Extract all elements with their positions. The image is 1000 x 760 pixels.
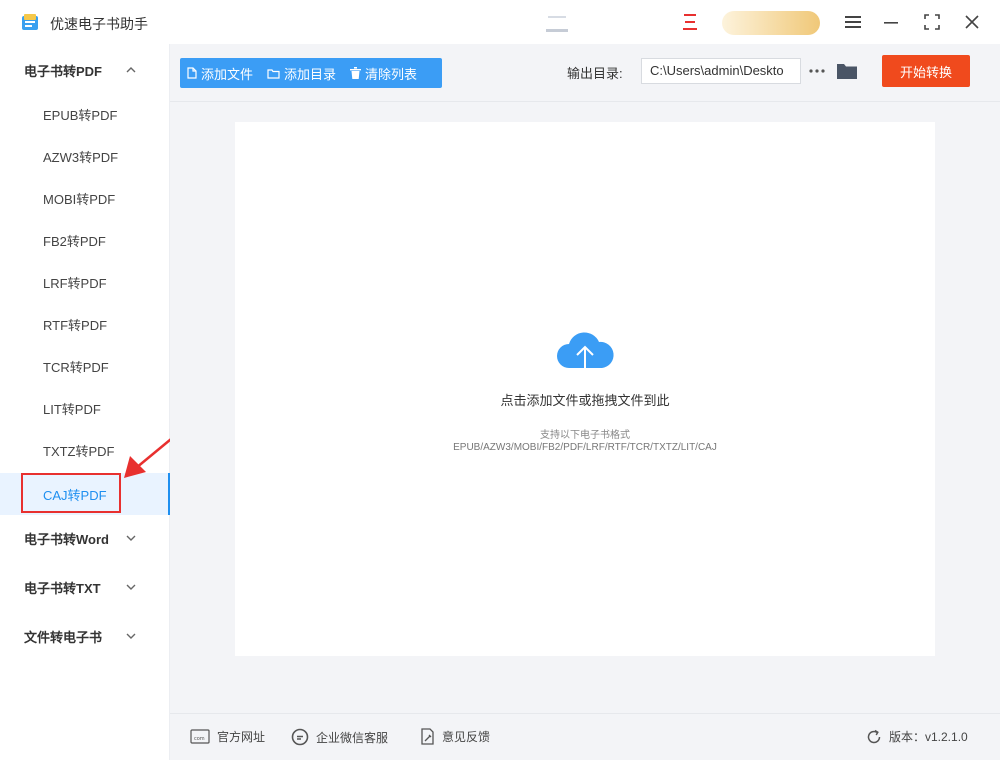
version-label: 版本：v1.2.1.0 (889, 730, 968, 744)
sidebar-item-mobi-to-pdf[interactable]: MOBI转PDF (0, 179, 170, 217)
group-ebook-to-word[interactable]: 电子书转Word (0, 523, 170, 553)
sidebar-item-label: EPUB转PDF (43, 107, 118, 123)
close-button[interactable] (960, 10, 984, 34)
chevron-up-icon (126, 67, 136, 73)
app-title: 优速电子书助手 (50, 16, 148, 32)
group-ebook-to-txt[interactable]: 电子书转TXT (0, 572, 170, 602)
vip-badge[interactable] (722, 11, 820, 35)
sidebar-item-epub-to-pdf[interactable]: EPUB转PDF (0, 95, 170, 133)
website-label: 官方网址 (217, 730, 266, 744)
refresh-icon (867, 729, 881, 743)
footer: com 官方网址 企业微信客服 意见反馈 版本：v1.2.1.0 (170, 713, 1000, 760)
menu-button[interactable] (841, 10, 865, 34)
sidebar-item-label: MOBI转PDF (43, 191, 116, 207)
feedback-link[interactable]: 意见反馈 (420, 728, 490, 745)
drop-hint-text: 点击添加文件或拖拽文件到此 (500, 393, 670, 408)
output-dir-label: 输出目录: (567, 66, 623, 81)
maximize-icon (924, 14, 940, 30)
add-file-label: 添加文件 (201, 66, 254, 82)
group-label: 电子书转PDF (24, 63, 103, 79)
group-ebook-to-pdf[interactable]: 电子书转PDF (0, 55, 170, 85)
supported-formats-label: 支持以下电子书格式 (540, 430, 630, 441)
menu-icon (845, 16, 861, 28)
trash-icon (350, 67, 362, 79)
gift-icon (683, 14, 697, 30)
clear-list-label: 清除列表 (365, 66, 418, 82)
wechat-support-label: 企业微信客服 (316, 730, 389, 745)
sidebar-item-tcr-to-pdf[interactable]: TCR转PDF (0, 347, 170, 385)
app-logo-icon (22, 14, 38, 30)
drop-zone[interactable]: 点击添加文件或拖拽文件到此 支持以下电子书格式 EPUB/AZW3/MOBI/F… (235, 122, 935, 656)
group-label: 电子书转Word (24, 531, 109, 547)
sidebar-item-azw3-to-pdf[interactable]: AZW3转PDF (0, 137, 170, 175)
website-icon: com (190, 728, 210, 744)
open-folder-icon[interactable] (836, 60, 858, 82)
maximize-button[interactable] (920, 10, 944, 34)
group-label: 文件转电子书 (24, 629, 103, 645)
sidebar-item-label: FB2转PDF (43, 233, 106, 249)
cloud-upload-icon (557, 332, 614, 380)
browse-more-button[interactable] (806, 58, 828, 84)
group-label: 电子书转TXT (24, 580, 101, 596)
sidebar-item-label: RTF转PDF (43, 317, 108, 333)
main-panel: 添加文件 添加目录 清除列表 输出目录: C:\Users\admin\Desk… (170, 44, 1000, 760)
sidebar-item-label: TCR转PDF (43, 359, 109, 375)
chevron-down-icon (126, 633, 136, 639)
minimize-button[interactable] (879, 10, 903, 34)
file-icon (187, 67, 197, 79)
sidebar-item-label: AZW3转PDF (43, 149, 119, 165)
add-folder-button[interactable]: 添加目录 (260, 58, 343, 88)
group-file-to-ebook[interactable]: 文件转电子书 (0, 621, 170, 651)
chevron-down-icon (126, 535, 136, 541)
wechat-support-link[interactable]: 企业微信客服 (291, 728, 388, 746)
sidebar-item-lrf-to-pdf[interactable]: LRF转PDF (0, 263, 170, 301)
toolbar: 添加文件 添加目录 清除列表 输出目录: C:\Users\admin\Desk… (170, 44, 1000, 102)
file-actions: 添加文件 添加目录 清除列表 (180, 58, 442, 88)
feedback-label: 意见反馈 (442, 730, 491, 744)
version-info: 版本：v1.2.1.0 (866, 728, 968, 745)
more-dots-icon (809, 69, 825, 73)
sidebar-item-fb2-to-pdf[interactable]: FB2转PDF (0, 221, 170, 259)
chat-icon (291, 728, 309, 746)
promo-icon (546, 16, 568, 32)
sidebar-item-rtf-to-pdf[interactable]: RTF转PDF (0, 305, 170, 343)
sidebar-item-label: TXTZ转PDF (43, 443, 115, 459)
chevron-down-icon (126, 584, 136, 590)
close-icon (965, 15, 979, 29)
website-link[interactable]: com 官方网址 (190, 728, 265, 745)
minimize-icon (884, 22, 898, 24)
clear-list-button[interactable]: 清除列表 (343, 58, 424, 88)
feedback-icon (421, 728, 434, 745)
sidebar-item-label: LIT转PDF (43, 401, 101, 417)
add-file-button[interactable]: 添加文件 (180, 58, 260, 88)
title-bar: 优速电子书助手 (0, 0, 1000, 44)
supported-formats-list: EPUB/AZW3/MOBI/FB2/PDF/LRF/RTF/TCR/TXTZ/… (453, 442, 717, 453)
folder-outline-icon (267, 68, 280, 79)
svg-text:com: com (194, 736, 205, 742)
add-folder-label: 添加目录 (284, 66, 337, 82)
highlight-box (21, 473, 121, 513)
output-dir-input[interactable]: C:\Users\admin\Deskto (641, 58, 801, 84)
sidebar-item-label: LRF转PDF (43, 275, 107, 291)
start-convert-button[interactable]: 开始转换 (882, 55, 970, 87)
